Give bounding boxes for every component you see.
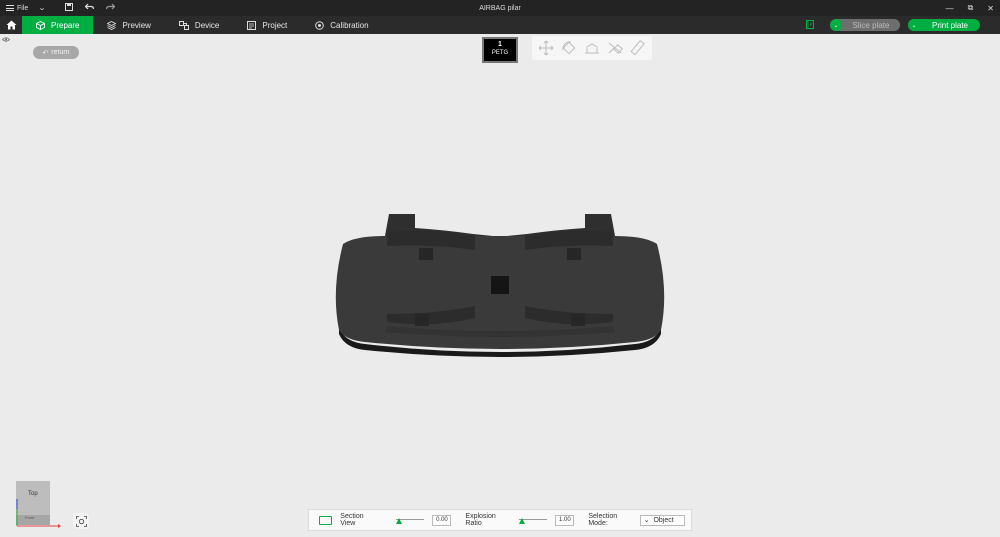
focus-icon <box>75 515 87 527</box>
explosion-ratio-value[interactable]: 1.00 <box>555 514 575 526</box>
main-toolbar: Prepare Preview Device Project Calibrati… <box>0 16 1000 34</box>
selection-mode-label: Selection Mode: <box>588 513 618 527</box>
redo-icon[interactable] <box>106 3 116 13</box>
tab-label: Calibration <box>330 20 369 30</box>
section-view-label: Section View <box>340 513 364 527</box>
slider-thumb[interactable] <box>519 518 526 524</box>
home-icon <box>6 20 16 30</box>
calibration-icon <box>315 20 325 30</box>
view-cube[interactable]: Top Front <box>12 479 64 536</box>
return-arrow-icon: ↶ <box>42 49 49 57</box>
menu-icon <box>6 5 14 11</box>
tab-label: Project <box>262 20 288 30</box>
tab-prepare[interactable]: Prepare <box>22 16 94 34</box>
tab-preview[interactable]: Preview <box>93 16 164 34</box>
visibility-eye-icon[interactable] <box>1 37 11 44</box>
home-button[interactable] <box>0 16 22 34</box>
cube-icon <box>36 20 45 30</box>
print-plate-button[interactable]: ⌄ Print plate <box>908 19 980 31</box>
plate-list-icon[interactable] <box>806 19 814 31</box>
chevron-down-icon[interactable]: ⌄ <box>830 19 842 31</box>
undo-icon[interactable] <box>84 3 95 13</box>
slice-plate-button[interactable]: ⌄ Slice plate <box>830 19 900 31</box>
explosion-ratio-label: Explosion Ratio <box>465 513 496 527</box>
project-icon <box>247 20 257 30</box>
slider-thumb[interactable] <box>396 518 403 524</box>
return-button[interactable]: ↶ return <box>33 46 79 59</box>
chevron-down-icon: ⌄ <box>643 517 650 524</box>
measure-icon[interactable] <box>628 39 648 57</box>
close-icon[interactable]: ✕ <box>987 4 994 13</box>
file-menu-button[interactable]: File ⌄ <box>0 0 46 16</box>
place-on-face-icon[interactable] <box>582 39 602 57</box>
title-bar: File ⌄ AIRBAG pilar — ⧉ ✕ <box>0 0 1000 16</box>
tab-label: Preview <box>122 20 151 30</box>
section-view-value[interactable]: 0.00 <box>432 514 452 526</box>
view-cube-front-label: Front <box>25 515 35 520</box>
3d-model-part[interactable] <box>325 210 675 365</box>
print-plate-label: Print plate <box>931 20 969 30</box>
selection-mode-value: Object <box>653 516 674 524</box>
tab-label: Device <box>194 20 220 30</box>
window-title: AIRBAG pilar <box>479 4 521 12</box>
chevron-down-icon[interactable]: ⌄ <box>38 4 46 12</box>
slice-plate-label: Slice plate <box>852 20 890 30</box>
filament-number: 1 <box>498 41 502 48</box>
tab-label: Prepare <box>51 20 80 30</box>
minimize-icon[interactable]: — <box>946 4 954 13</box>
return-label: return <box>51 49 70 56</box>
explosion-ratio-slider[interactable] <box>519 515 548 525</box>
view-cube-top-label: Top <box>28 491 38 497</box>
restore-icon[interactable]: ⧉ <box>968 3 974 13</box>
zoom-to-fit-button[interactable] <box>73 513 89 529</box>
file-menu-label: File <box>17 4 29 12</box>
move-icon[interactable] <box>536 39 556 57</box>
device-icon <box>178 20 189 30</box>
save-icon[interactable] <box>65 3 74 13</box>
view-controls-bar: Section View 0.00 Explosion Ratio 1.00 S… <box>308 509 692 531</box>
selection-mode-select[interactable]: ⌄ Object <box>639 514 686 526</box>
cut-icon[interactable] <box>605 39 625 57</box>
filament-slot[interactable]: 1 PETG <box>482 37 518 63</box>
section-view-slider[interactable] <box>396 515 425 525</box>
layers-icon <box>107 20 117 30</box>
chevron-down-icon[interactable]: ⌄ <box>908 19 920 31</box>
tab-device[interactable]: Device <box>165 16 233 34</box>
tab-calibration[interactable]: Calibration <box>301 16 382 34</box>
section-view-icon <box>319 515 333 525</box>
rotate-icon[interactable] <box>559 39 579 57</box>
gizmo-toolbar <box>532 36 652 60</box>
filament-type: PETG <box>491 50 509 56</box>
tab-project[interactable]: Project <box>233 16 301 34</box>
